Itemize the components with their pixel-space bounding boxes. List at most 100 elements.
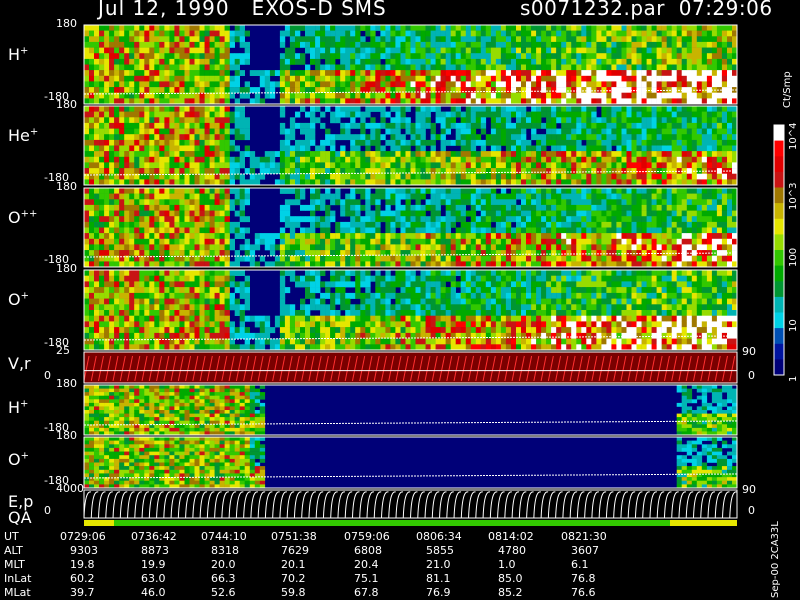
spectrogram-cell bbox=[219, 261, 225, 268]
spectrogram-cell bbox=[671, 145, 677, 152]
spectrogram-cell bbox=[541, 204, 547, 211]
spectrogram-cell bbox=[179, 41, 185, 48]
spectrogram-cell bbox=[566, 25, 572, 31]
spectrogram-cell bbox=[295, 244, 301, 251]
spectrogram-cell bbox=[516, 98, 522, 105]
spectrogram-cell bbox=[701, 36, 708, 43]
spectrogram-cell bbox=[119, 53, 125, 60]
spectrogram-cell bbox=[204, 227, 210, 234]
spectrogram-cell bbox=[119, 25, 125, 31]
spectrogram-cell bbox=[224, 238, 230, 245]
spectrogram-cell bbox=[445, 64, 451, 71]
spectrogram-cell bbox=[541, 250, 547, 256]
spectrogram-cell bbox=[199, 64, 205, 71]
spectrogram-cell bbox=[450, 199, 456, 206]
spectrogram-cell bbox=[490, 255, 497, 262]
spectrogram-cell bbox=[204, 188, 210, 194]
spectrogram-cell bbox=[676, 227, 682, 234]
spectrogram-cell bbox=[460, 188, 466, 194]
spectrogram-cell bbox=[536, 47, 542, 54]
spectrogram-cell bbox=[395, 156, 401, 163]
spectrogram-cell bbox=[139, 41, 145, 48]
spectrogram-cell bbox=[601, 128, 607, 135]
spectrogram-cell bbox=[686, 30, 693, 37]
spectrogram-cell bbox=[119, 64, 125, 71]
spectrogram-cell bbox=[89, 199, 95, 206]
spectrogram-cell bbox=[636, 92, 642, 99]
spectrogram-cell bbox=[490, 244, 497, 251]
spectrogram-cell bbox=[551, 75, 557, 82]
spectrogram-cell bbox=[691, 47, 698, 54]
spectrogram-cell bbox=[189, 87, 195, 93]
spectrogram-cell bbox=[99, 168, 105, 174]
spectrogram-cell bbox=[370, 139, 376, 146]
spectrogram-cell bbox=[571, 25, 577, 31]
spectrogram-cell bbox=[320, 92, 326, 99]
spectrogram-cell bbox=[169, 58, 175, 65]
spectrogram-cell bbox=[616, 188, 622, 194]
spectrogram-cell bbox=[616, 106, 622, 112]
spectrogram-cell bbox=[541, 106, 547, 112]
spectrogram-cell bbox=[706, 193, 713, 200]
spectrogram-cell bbox=[219, 250, 225, 256]
spectrogram-cell bbox=[521, 87, 527, 93]
spectrogram-cell bbox=[194, 193, 200, 200]
spectrogram-cell bbox=[651, 156, 657, 163]
spectrogram-cell bbox=[380, 81, 386, 88]
spectrogram-cell bbox=[455, 188, 461, 194]
spectrogram-cell bbox=[370, 156, 376, 163]
spectrogram-cell bbox=[646, 98, 652, 105]
spectrogram-cell bbox=[505, 122, 512, 129]
spectrogram-cell bbox=[224, 64, 230, 71]
spectrogram-cell bbox=[199, 47, 205, 54]
spectrogram-cell bbox=[490, 70, 497, 76]
spectrogram-cell bbox=[711, 210, 718, 217]
spectrogram-cell bbox=[460, 156, 466, 163]
spectrogram-cell bbox=[511, 250, 517, 256]
spectrogram-cell bbox=[636, 261, 642, 268]
spectrogram-cell bbox=[335, 41, 341, 48]
spectrogram-cell bbox=[656, 151, 662, 157]
spectrogram-cell bbox=[460, 199, 466, 206]
spectrogram-cell bbox=[631, 64, 637, 71]
spectrogram-cell bbox=[661, 238, 667, 245]
spectrogram-cell bbox=[425, 156, 431, 163]
spectrogram-cell bbox=[551, 30, 557, 37]
spectrogram-cell bbox=[455, 64, 461, 71]
spectrogram-cell bbox=[330, 58, 336, 65]
spectrogram-cell bbox=[480, 188, 487, 194]
spectrogram-cell bbox=[686, 64, 693, 71]
spectrogram-cell bbox=[460, 111, 466, 118]
spectrogram-cell bbox=[129, 221, 135, 228]
spectrogram-cell bbox=[224, 168, 230, 174]
spectrogram-cell bbox=[355, 106, 361, 112]
spectrogram-cell bbox=[576, 92, 582, 99]
spectrogram-cell bbox=[89, 156, 95, 163]
spectrogram-cell bbox=[526, 221, 532, 228]
spectrogram-cell bbox=[586, 179, 592, 186]
spectrogram-cell bbox=[129, 134, 135, 141]
spectrogram-cell bbox=[571, 151, 577, 157]
spectrogram-cell bbox=[691, 162, 698, 169]
spectrogram-cell bbox=[350, 261, 356, 268]
spectrogram-cell bbox=[541, 92, 547, 99]
spectrogram-cell bbox=[511, 227, 517, 234]
spectrogram-cell bbox=[646, 162, 652, 169]
spectrogram-cell bbox=[194, 81, 200, 88]
spectrogram-cell bbox=[551, 216, 557, 223]
spectrogram-cell bbox=[380, 98, 386, 105]
spectrogram-cell bbox=[440, 233, 446, 239]
spectrogram-cell bbox=[395, 47, 401, 54]
spectrogram-cell bbox=[355, 204, 361, 211]
spectrogram-cell bbox=[676, 204, 682, 211]
spectrogram-cell bbox=[390, 81, 396, 88]
spectrogram-cell bbox=[656, 64, 662, 71]
spectrogram-cell bbox=[581, 261, 587, 268]
spectrogram-cell bbox=[646, 58, 652, 65]
spectrogram-cell bbox=[505, 30, 512, 37]
spectrogram-cell bbox=[611, 233, 617, 239]
spectrogram-cell bbox=[470, 204, 477, 211]
spectrogram-cell bbox=[541, 81, 547, 88]
spectrogram-cell bbox=[279, 36, 286, 43]
spectrogram-cell bbox=[601, 173, 607, 180]
